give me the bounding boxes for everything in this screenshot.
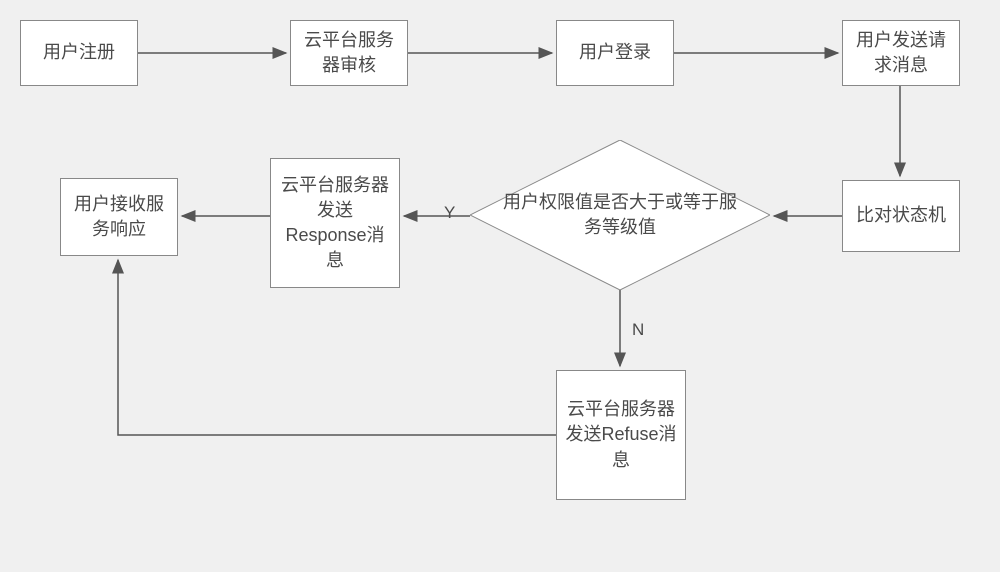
node-label: 用户发送请求消息: [851, 28, 951, 78]
node-decision: 用户权限值是否大于或等于服务等级值: [470, 140, 770, 290]
node-label: 云平台服务器发送Response消息: [279, 173, 391, 274]
node-label: 用户注册: [43, 40, 115, 65]
node-login: 用户登录: [556, 20, 674, 86]
edge-label-n: N: [632, 320, 644, 340]
node-response: 云平台服务器发送Response消息: [270, 158, 400, 288]
node-send-req: 用户发送请求消息: [842, 20, 960, 86]
node-register: 用户注册: [20, 20, 138, 86]
node-compare: 比对状态机: [842, 180, 960, 252]
node-receive: 用户接收服务响应: [60, 178, 178, 256]
node-label: 用户权限值是否大于或等于服务等级值: [470, 190, 770, 240]
edge-label-y: Y: [444, 203, 455, 223]
node-refuse: 云平台服务器发送Refuse消息: [556, 370, 686, 500]
node-label: 用户接收服务响应: [69, 192, 169, 242]
node-label: 用户登录: [579, 40, 651, 65]
node-label: 云平台服务器审核: [299, 28, 399, 78]
node-audit: 云平台服务器审核: [290, 20, 408, 86]
node-label: 比对状态机: [856, 203, 946, 228]
node-label: 云平台服务器发送Refuse消息: [565, 397, 677, 473]
